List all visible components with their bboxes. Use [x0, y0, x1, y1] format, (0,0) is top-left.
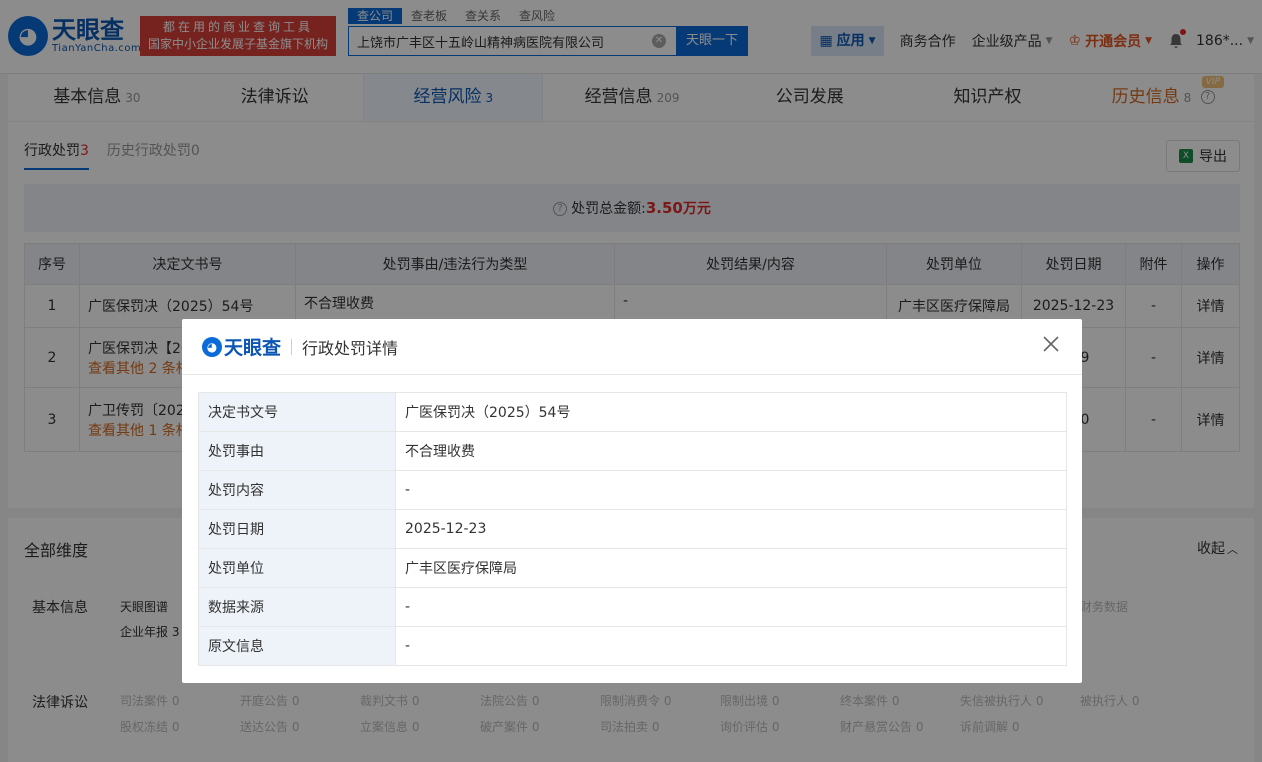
modal-header: ◕ 天眼查 行政处罚详情: [182, 319, 1082, 375]
detail-table: 决定书文号 广医保罚决（2025）54号 处罚事由 不合理收费 处罚内容 - 处罚日期…: [198, 392, 1067, 666]
detail-value: 广医保罚决（2025）54号: [395, 392, 1067, 432]
detail-row: 决定书文号 广医保罚决（2025）54号: [198, 392, 1067, 432]
detail-value: 2025-12-23: [395, 509, 1067, 549]
detail-value: 不合理收费: [395, 431, 1067, 471]
logo-eye-icon: ◕: [202, 336, 222, 357]
modal-logo: ◕ 天眼查: [202, 333, 281, 360]
detail-row: 处罚日期 2025-12-23: [198, 509, 1067, 549]
detail-row: 处罚单位 广丰区医疗保障局: [198, 548, 1067, 588]
detail-key: 处罚内容: [198, 470, 396, 510]
detail-value: -: [395, 626, 1067, 666]
detail-key: 原文信息: [198, 626, 396, 666]
detail-value: -: [395, 587, 1067, 627]
detail-key: 处罚单位: [198, 548, 396, 588]
detail-row: 原文信息 -: [198, 626, 1067, 666]
detail-value: -: [395, 470, 1067, 510]
detail-key: 处罚事由: [198, 431, 396, 471]
penalty-detail-modal: ◕ 天眼查 行政处罚详情 决定书文号 广医保罚决（2025）54号 处罚事由 不合理…: [182, 319, 1082, 683]
detail-row: 处罚内容 -: [198, 470, 1067, 510]
divider: [291, 338, 293, 355]
detail-value: 广丰区医疗保障局: [395, 548, 1067, 588]
detail-key: 处罚日期: [198, 509, 396, 549]
detail-row: 处罚事由 不合理收费: [198, 431, 1067, 471]
detail-row: 数据来源 -: [198, 587, 1067, 627]
modal-title: 行政处罚详情: [302, 338, 399, 358]
close-icon[interactable]: [1040, 335, 1062, 357]
detail-key: 数据来源: [198, 587, 396, 627]
modal-logo-text: 天眼查: [224, 337, 282, 359]
detail-key: 决定书文号: [198, 392, 396, 432]
